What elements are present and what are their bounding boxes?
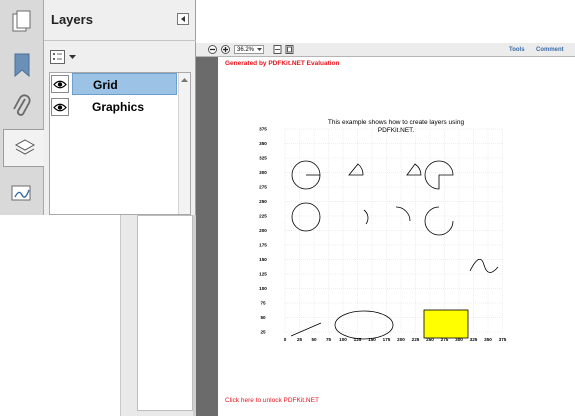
description-line-1: This example shows how to create layers … — [328, 119, 465, 126]
tools-button[interactable]: Tools — [509, 45, 525, 54]
x-tick-label: 200 — [397, 337, 405, 342]
x-tick-label: 325 — [470, 337, 478, 342]
y-tick-label: 150 — [259, 257, 267, 262]
collapse-panel-button[interactable] — [177, 13, 189, 25]
layers-icon[interactable] — [3, 129, 45, 167]
eye-icon — [53, 80, 67, 88]
panel-title: Layers — [51, 12, 93, 27]
pie-slice-small — [348, 163, 364, 176]
y-tick-label: 50 — [260, 315, 266, 320]
comment-button[interactable]: Comment — [536, 45, 564, 54]
y-tick-label: 125 — [259, 272, 267, 277]
x-tick-label: 125 — [354, 337, 362, 342]
y-tick-label: 200 — [259, 228, 267, 233]
fit-width-icon — [273, 45, 282, 54]
arc-three-quarter — [424, 206, 454, 236]
y-tick-label: 300 — [259, 170, 267, 175]
pdf-drawing: 0 25 50 75 100 125 150 175 200 225 250 275 300 325 350… — [259, 119, 507, 342]
y-tick-label: 25 — [260, 330, 266, 335]
x-tick-label: 100 — [339, 337, 347, 342]
navigation-rail — [0, 0, 45, 215]
y-tick-label: 275 — [259, 185, 267, 190]
chevron-down-icon — [69, 54, 76, 59]
visibility-toggle[interactable] — [51, 75, 69, 93]
background-panel — [137, 215, 193, 411]
x-tick-label: 350 — [484, 337, 492, 342]
zoom-in-button[interactable] — [221, 45, 230, 54]
scrollbar[interactable] — [178, 73, 190, 214]
unlock-link[interactable]: Click here to unlock PDFKit.NET — [225, 397, 319, 404]
layer-options-button[interactable] — [50, 48, 76, 66]
arc-small — [363, 209, 369, 225]
y-tick-label: 325 — [259, 156, 267, 161]
pie-slice-large — [424, 160, 454, 190]
layers-panel: Layers Grid Graphics — [44, 0, 196, 215]
viewer-toolbar: 36.2% Tools Comment — [196, 43, 575, 57]
y-tick-label: 350 — [259, 141, 267, 146]
diagonal-line — [290, 322, 322, 337]
layer-row-graphics[interactable]: Graphics — [50, 96, 178, 118]
y-tick-label: 75 — [260, 301, 266, 306]
scroll-up-icon[interactable] — [179, 76, 190, 84]
description-line-2: PDFKit.NET. — [378, 127, 415, 134]
tick-labels: 0 25 50 75 100 125 150 175 200 225 250 275 300 325 350… — [259, 127, 507, 342]
options-list-icon — [50, 50, 65, 64]
x-tick-label: 375 — [499, 337, 507, 342]
visibility-toggle[interactable] — [51, 98, 69, 116]
eye-icon — [53, 103, 67, 111]
pie-slice-medium — [406, 163, 422, 176]
x-tick-label: 75 — [326, 337, 332, 342]
minus-icon — [208, 45, 217, 54]
chevron-down-icon[interactable] — [257, 48, 262, 51]
zoom-value: 36.2% — [237, 46, 255, 53]
y-tick-label: 175 — [259, 243, 267, 248]
zoom-out-button[interactable] — [208, 45, 217, 54]
layer-list: Grid Graphics — [49, 72, 191, 215]
x-tick-label: 0 — [284, 337, 287, 342]
x-tick-label: 225 — [412, 337, 420, 342]
panel-divider — [44, 40, 196, 41]
x-tick-label: 25 — [297, 337, 303, 342]
layer-name[interactable]: Grid — [72, 73, 177, 95]
signature-icon[interactable] — [3, 174, 41, 212]
chevron-left-icon — [181, 16, 185, 22]
arc-quarter — [395, 206, 411, 222]
plus-icon — [221, 45, 230, 54]
pages-icon[interactable] — [3, 4, 41, 42]
layer-name[interactable]: Graphics — [72, 96, 177, 118]
document-page: Generated by PDFKit.NET Evaluation 0 25 50… — [218, 57, 575, 416]
grid-layer — [284, 128, 503, 333]
bookmark-icon[interactable] — [3, 46, 41, 84]
yellow-rectangle — [423, 309, 469, 339]
circle-2 — [291, 202, 321, 232]
sine-curve — [469, 258, 499, 273]
x-tick-label: 50 — [311, 337, 317, 342]
ellipse — [334, 310, 394, 340]
y-tick-label: 225 — [259, 214, 267, 219]
zoom-input[interactable]: 36.2% — [234, 45, 264, 54]
fit-page-icon — [285, 45, 294, 54]
background-window — [120, 215, 199, 416]
graphics-layer — [290, 160, 499, 340]
fit-page-button[interactable] — [285, 45, 294, 54]
y-tick-label: 100 — [259, 286, 267, 291]
attachment-icon[interactable] — [3, 88, 41, 126]
y-tick-label: 375 — [259, 127, 267, 132]
x-tick-label: 175 — [383, 337, 391, 342]
fit-width-button[interactable] — [273, 45, 282, 54]
layer-row-grid[interactable]: Grid — [50, 73, 178, 95]
y-tick-label: 250 — [259, 199, 267, 204]
